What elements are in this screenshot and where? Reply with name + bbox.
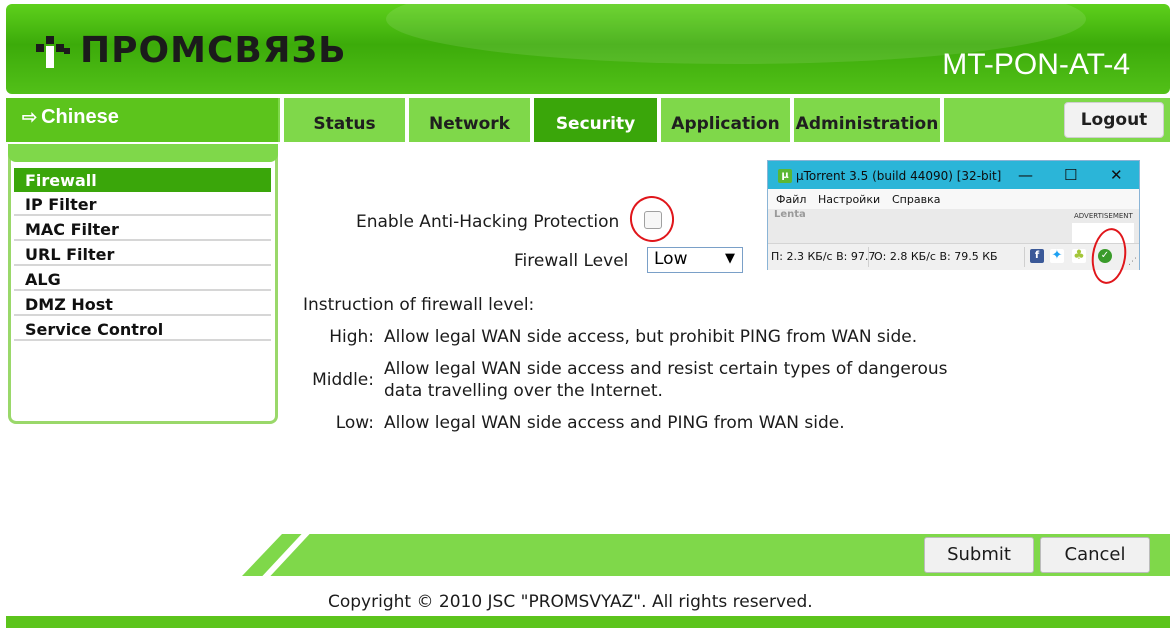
footer-bar bbox=[6, 616, 1170, 628]
sidebar-item-mac-filter[interactable]: MAC Filter bbox=[14, 217, 271, 241]
utorrent-window: µ µTorrent 3.5 (build 44090) [32-bit] — … bbox=[767, 160, 1140, 270]
copyright-text: Copyright © 2010 JSC "PROMSVYAZ". All ri… bbox=[328, 592, 813, 612]
tab-security[interactable]: Security bbox=[530, 98, 657, 142]
sidebar-item-dmz-host[interactable]: DMZ Host bbox=[14, 292, 271, 316]
utorrent-title: µTorrent 3.5 (build 44090) [32-bit] bbox=[796, 169, 1002, 183]
utorrent-lenta: Lenta bbox=[774, 209, 806, 220]
tab-network[interactable]: Network bbox=[405, 98, 530, 142]
android-icon[interactable]: ♣ bbox=[1072, 249, 1086, 263]
utorrent-logo-icon: µ bbox=[778, 169, 792, 183]
submit-button[interactable]: Submit bbox=[924, 537, 1034, 573]
level-name-low: Low: bbox=[335, 413, 374, 433]
tab-application[interactable]: Application bbox=[657, 98, 790, 142]
sidebar-item-url-filter[interactable]: URL Filter bbox=[14, 242, 271, 266]
language-link[interactable]: ⇨ Chinese bbox=[6, 98, 278, 142]
arrow-right-icon: ⇨ bbox=[22, 107, 38, 127]
instruction-title: Instruction of firewall level: bbox=[303, 295, 535, 315]
tab-status[interactable]: Status bbox=[280, 98, 405, 142]
facebook-icon[interactable]: f bbox=[1030, 249, 1044, 263]
level-desc-middle-line1: Allow legal WAN side access and resist c… bbox=[384, 359, 948, 379]
level-name-high: High: bbox=[329, 327, 374, 347]
maximize-icon[interactable]: ☐ bbox=[1064, 166, 1077, 184]
caret-down-icon: ▼ bbox=[725, 251, 735, 266]
utorrent-menu-help[interactable]: Справка bbox=[892, 193, 940, 206]
device-model: MT-PON-AT-4 bbox=[942, 48, 1130, 81]
minimize-icon[interactable]: — bbox=[1018, 166, 1033, 184]
tab-administration[interactable]: Administration bbox=[790, 98, 940, 142]
sidebar-item-service-control[interactable]: Service Control bbox=[14, 317, 271, 341]
language-label: Chinese bbox=[41, 106, 119, 128]
level-desc-high: Allow legal WAN side access, but prohibi… bbox=[384, 327, 918, 347]
level-desc-low: Allow legal WAN side access and PING fro… bbox=[384, 413, 845, 433]
utorrent-ad-label: ADVERTISEMENT bbox=[1074, 212, 1133, 220]
firewall-level-select[interactable]: Low ▼ bbox=[647, 247, 743, 273]
status-separator bbox=[1024, 247, 1025, 267]
logo-text: ПРОМСВЯЗЬ bbox=[80, 30, 347, 71]
close-icon[interactable]: ✕ bbox=[1110, 166, 1123, 184]
sidebar-item-firewall[interactable]: Firewall bbox=[14, 168, 271, 192]
cancel-button[interactable]: Cancel bbox=[1040, 537, 1150, 573]
logo-icon bbox=[34, 34, 74, 74]
sidebar-item-alg[interactable]: ALG bbox=[14, 267, 271, 291]
red-circle-annotation bbox=[625, 191, 679, 247]
firewall-level-value: Low bbox=[654, 249, 688, 269]
utorrent-download-status: П: 2.3 КБ/с В: 97.7 bbox=[771, 250, 876, 263]
status-separator bbox=[868, 247, 869, 267]
utorrent-upload-status: О: 2.8 КБ/с В: 79.5 КБ bbox=[874, 250, 998, 263]
level-name-middle: Middle: bbox=[312, 370, 374, 390]
utorrent-menu-settings[interactable]: Настройки bbox=[818, 193, 880, 206]
sidebar-item-ip-filter[interactable]: IP Filter bbox=[14, 192, 271, 216]
anti-hacking-label: Enable Anti-Hacking Protection bbox=[356, 212, 620, 232]
resize-grip-icon[interactable]: ⋰ bbox=[1128, 257, 1137, 267]
twitter-icon[interactable]: ✦ bbox=[1050, 249, 1064, 263]
level-desc-middle-line2: data travelling over the Internet. bbox=[384, 381, 663, 401]
logout-button[interactable]: Logout bbox=[1064, 102, 1164, 138]
utorrent-menu-file[interactable]: Файл bbox=[776, 193, 806, 206]
firewall-level-label: Firewall Level bbox=[514, 251, 629, 271]
